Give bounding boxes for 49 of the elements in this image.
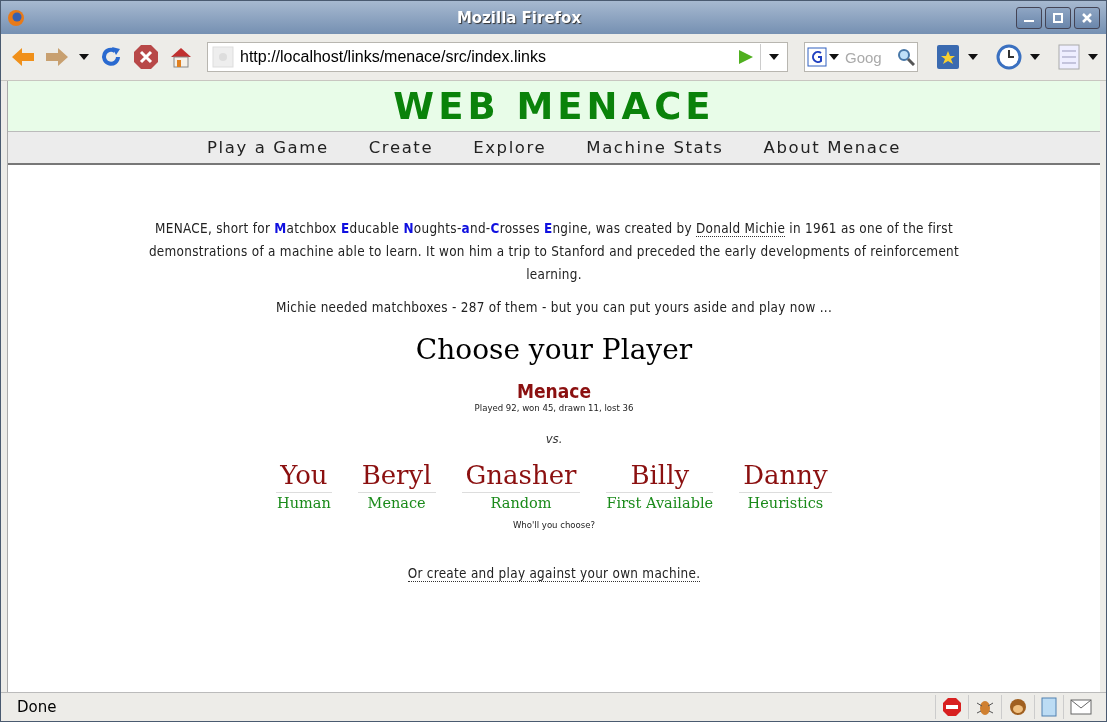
player-link[interactable]: Gnasher (461, 460, 581, 493)
intro-paragraph: MENACE, short for Matchbox Educable Noughts-and-Crosses Engine, was created by Donald Michie in 1961 as one of the first demonstrations of a machine able to learn. It won him a trip to Stanford and preceded the early developments of reinforcement learning. (147, 220, 961, 284)
nav-link[interactable]: Machine Stats (586, 138, 724, 157)
player-type: Human (276, 494, 332, 511)
create-machine-link[interactable]: Or create and play against your own machine. (407, 566, 701, 582)
author-link[interactable]: Donald Michie (696, 221, 786, 237)
caret-icon[interactable] (1088, 54, 1098, 60)
player-link[interactable]: Billy (606, 460, 714, 493)
history-dropdown[interactable] (77, 52, 91, 62)
machine-name: Menace (516, 380, 591, 402)
nav-link[interactable]: Explore (473, 138, 547, 157)
choose-prompt: Who'll you choose? (512, 519, 596, 530)
nav-link[interactable]: About Menace (763, 138, 901, 157)
minimize-icon (1024, 20, 1034, 22)
caret-icon (769, 54, 779, 60)
player-type: Menace (366, 494, 427, 511)
stop-button[interactable] (131, 42, 161, 72)
status-text: Done (16, 698, 58, 716)
maximize-icon (1053, 12, 1063, 23)
section-heading: Choose your Player (415, 333, 693, 366)
player-link[interactable]: Danny (739, 460, 832, 493)
caret-icon[interactable] (1030, 54, 1040, 60)
window-title: Mozilla Firefox (455, 8, 583, 27)
nav-link[interactable]: Create (368, 138, 434, 157)
close-button[interactable] (1074, 6, 1100, 29)
player-type: Random (489, 494, 553, 511)
caret-icon[interactable] (829, 54, 839, 60)
bookmarks-button[interactable] (934, 42, 962, 72)
search-icon[interactable] (897, 48, 915, 66)
player-link[interactable]: Beryl (357, 460, 436, 493)
versus-label: vs. (545, 431, 563, 446)
mail-icon[interactable] (1070, 699, 1092, 715)
machine-stats: Played 92, won 45, drawn 11, lost 36 (474, 402, 634, 413)
history-button[interactable] (994, 42, 1024, 72)
url-field[interactable]: http://localhost/links/menace/src/index.links (207, 42, 788, 72)
site-title: WEB MENACE (393, 84, 715, 128)
page-icon (212, 46, 234, 68)
search-bar[interactable]: Goog (804, 42, 918, 72)
go-icon[interactable] (738, 49, 754, 65)
close-icon (1082, 12, 1092, 23)
player-type: First Available (606, 494, 714, 511)
maximize-button[interactable] (1045, 6, 1071, 29)
caret-icon[interactable] (968, 54, 978, 60)
minimize-button[interactable] (1016, 6, 1042, 29)
search-engine-icon[interactable] (807, 47, 827, 67)
player-link[interactable]: You (276, 460, 332, 493)
nav-link[interactable]: Play a Game (207, 138, 329, 157)
player-type: Heuristics (746, 494, 825, 511)
intro-note: Michie needed matchboxes - 287 of them - but you can put yours aside and play now ... (275, 300, 833, 315)
